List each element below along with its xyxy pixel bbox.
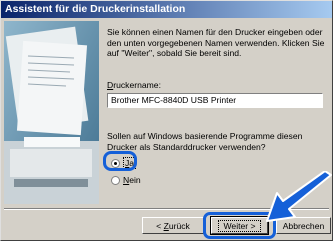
back-button[interactable]: < Zurück [142, 217, 204, 234]
back-button-label: < Zurück [156, 221, 190, 231]
radio-no-button[interactable] [111, 175, 120, 185]
wizard-illustration [4, 21, 99, 204]
description-text: Sie können einen Namen für den Drucker e… [107, 27, 325, 58]
callout-arrow-icon [266, 171, 332, 222]
radio-no-label: Nein [123, 175, 141, 185]
printer-name-input[interactable]: Brother MFC-8840D USB Printer [107, 93, 323, 108]
back-button-rest: urück [168, 220, 190, 231]
radio-no[interactable]: Nein [111, 175, 141, 185]
printer-name-label-rest: ruckername: [113, 80, 161, 90]
printer-name-label: Druckername: [107, 80, 161, 90]
yes-option-highlight [103, 151, 137, 171]
window-title: Assistent für die Druckerinstallation [5, 3, 186, 15]
radio-no-label-rest: ein [129, 175, 141, 185]
title-bar[interactable]: Assistent für die Druckerinstallation [1, 1, 332, 18]
install-wizard-window: Assistent für die Druckerinstallation Si… [0, 0, 333, 241]
back-button-prefix: < [156, 220, 164, 231]
default-printer-question: Sollen auf Windows basierende Programme … [107, 131, 303, 152]
